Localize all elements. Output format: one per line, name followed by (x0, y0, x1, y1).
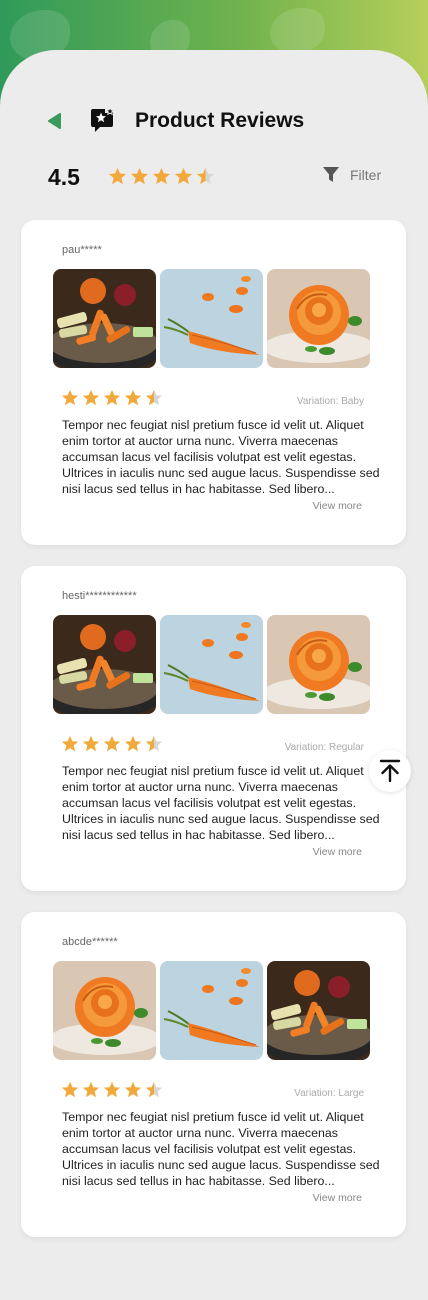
page-header: Product Reviews (0, 100, 428, 142)
review-text: Tempor nec feugiat nisl pretium fusce id… (62, 418, 380, 496)
star-full-icon (103, 389, 121, 406)
star-full-icon (108, 167, 127, 185)
reviewer-name: pau***** (62, 244, 102, 256)
review-photo-rose[interactable] (267, 615, 370, 714)
review-stars (61, 389, 163, 407)
star-full-icon (61, 1081, 79, 1098)
star-full-icon (103, 735, 121, 752)
review-photo-plate[interactable] (267, 961, 370, 1060)
review-text: Tempor nec feugiat nisl pretium fusce id… (62, 1110, 380, 1188)
scroll-to-top-button[interactable] (369, 750, 411, 792)
review-card: abcde****** Variation: Large Tempor nec … (21, 912, 406, 1237)
star-full-icon (82, 735, 100, 752)
back-arrow-icon (48, 113, 61, 129)
rating-summary: 4.5 Filter (0, 160, 428, 196)
star-full-icon (61, 389, 79, 406)
arrow-up-to-top-icon (379, 759, 401, 783)
review-photo-carrot[interactable] (160, 961, 263, 1060)
star-full-icon (61, 735, 79, 752)
star-full-icon (124, 1081, 142, 1098)
review-star-bubble-icon (91, 106, 115, 132)
review-card: pau***** Variation: Baby Tempor nec feug… (21, 220, 406, 545)
reviewer-name: hesti************ (62, 590, 137, 602)
filter-label: Filter (350, 166, 382, 183)
star-half-icon (196, 167, 215, 185)
variation-label: Variation: Baby (296, 396, 364, 407)
view-more-link[interactable]: View more (313, 846, 362, 858)
star-half-icon (145, 389, 163, 406)
review-text: Tempor nec feugiat nisl pretium fusce id… (62, 764, 380, 842)
star-full-icon (174, 167, 193, 185)
reviewer-name: abcde****** (62, 936, 118, 948)
star-full-icon (82, 389, 100, 406)
back-button[interactable] (42, 109, 66, 133)
star-full-icon (124, 735, 142, 752)
star-half-icon (145, 735, 163, 752)
review-photos (53, 615, 370, 714)
variation-label: Variation: Regular (284, 742, 364, 753)
star-full-icon (152, 167, 171, 185)
review-photo-rose[interactable] (53, 961, 156, 1060)
page-title: Product Reviews (135, 109, 305, 132)
filter-button[interactable]: Filter (322, 166, 381, 183)
review-photo-carrot[interactable] (160, 615, 263, 714)
star-full-icon (130, 167, 149, 185)
view-more-link[interactable]: View more (313, 1192, 362, 1204)
review-stars (61, 1081, 163, 1099)
review-card: hesti************ Variation: Regular Tem… (21, 566, 406, 891)
star-half-icon (145, 1081, 163, 1098)
leaf-decoration (270, 8, 325, 53)
review-photos (53, 269, 370, 368)
review-photo-plate[interactable] (53, 269, 156, 368)
average-rating: 4.5 (48, 164, 80, 190)
view-more-link[interactable]: View more (313, 500, 362, 512)
funnel-icon (323, 167, 339, 182)
review-photos (53, 961, 370, 1060)
star-full-icon (124, 389, 142, 406)
star-full-icon (82, 1081, 100, 1098)
review-stars (61, 735, 163, 753)
star-full-icon (103, 1081, 121, 1098)
variation-label: Variation: Large (294, 1088, 364, 1099)
summary-stars (108, 167, 215, 186)
review-photo-plate[interactable] (53, 615, 156, 714)
review-photo-carrot[interactable] (160, 269, 263, 368)
review-photo-rose[interactable] (267, 269, 370, 368)
